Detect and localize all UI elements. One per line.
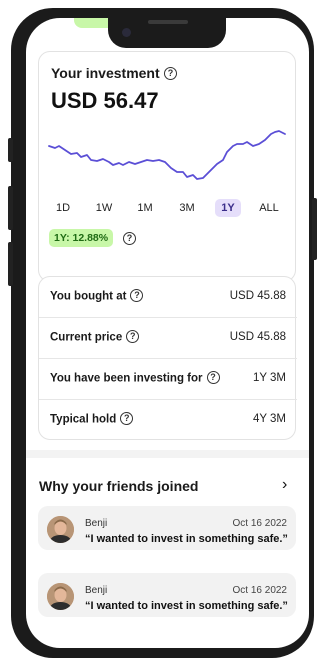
help-circle-icon[interactable]: ? xyxy=(126,330,140,343)
detail-label: Typical hold? xyxy=(50,412,134,426)
detail-row: Typical hold? 4Y 3M xyxy=(39,400,297,441)
help-circle-icon[interactable]: ? xyxy=(120,412,134,425)
detail-value: 1Y 3M xyxy=(252,372,286,384)
detail-value: USD 45.88 xyxy=(229,290,286,302)
detail-row: You bought at? USD 45.88 xyxy=(39,277,297,318)
volume-down-button xyxy=(8,242,13,286)
period-1w[interactable]: 1W xyxy=(92,199,116,217)
section-divider xyxy=(26,450,309,458)
detail-value: USD 45.88 xyxy=(229,331,286,343)
chart-line xyxy=(48,130,286,180)
power-button xyxy=(312,198,317,260)
testimonial-date: Oct 16 2022 xyxy=(232,585,287,596)
investment-amount: USD 56.47 xyxy=(51,88,159,113)
performance-badge: 1Y: 12.88% xyxy=(49,229,114,247)
detail-row: You have been investing for? 1Y 3M xyxy=(39,359,297,400)
speaker-grille xyxy=(148,20,188,24)
help-circle-icon[interactable]: ? xyxy=(206,371,220,384)
chevron-right-icon[interactable]: › xyxy=(282,476,287,494)
avatar xyxy=(47,516,74,543)
detail-label: You have been investing for? xyxy=(50,371,220,385)
investment-details-card: You bought at? USD 45.88 Current price? … xyxy=(38,276,297,441)
help-circle-icon[interactable]: ? xyxy=(164,67,177,80)
help-circle-icon[interactable]: ? xyxy=(123,232,136,245)
period-1m[interactable]: 1M xyxy=(133,199,157,217)
testimonial-name: Benji xyxy=(85,518,108,529)
period-1y[interactable]: 1Y xyxy=(215,199,241,217)
investment-title: Your investment xyxy=(51,65,160,81)
period-3m[interactable]: 3M xyxy=(175,199,199,217)
testimonial-card[interactable]: Benji Oct 16 2022 “I wanted to invest in… xyxy=(38,573,296,617)
detail-label: You bought at? xyxy=(50,289,144,303)
friends-section-title[interactable]: Why your friends joined xyxy=(39,478,198,494)
detail-row: Current price? USD 45.88 xyxy=(39,318,297,359)
investment-card: Your investment ? USD 56.47 1D 1W 1M 3M … xyxy=(38,51,296,282)
detail-label: Current price? xyxy=(50,330,140,344)
testimonial-name: Benji xyxy=(85,585,108,596)
front-camera xyxy=(122,28,131,37)
help-circle-icon[interactable]: ? xyxy=(130,289,144,302)
testimonial-quote: “I wanted to invest in something safe.” xyxy=(85,533,288,545)
phone-notch xyxy=(108,18,226,48)
testimonial-card[interactable]: Benji Oct 16 2022 “I wanted to invest in… xyxy=(38,506,296,550)
period-1d[interactable]: 1D xyxy=(51,199,75,217)
testimonial-date: Oct 16 2022 xyxy=(232,518,287,529)
period-all[interactable]: ALL xyxy=(255,199,283,217)
detail-value: 4Y 3M xyxy=(252,413,286,425)
app-screen: Your investment ? USD 56.47 1D 1W 1M 3M … xyxy=(26,18,309,648)
investment-line-chart xyxy=(48,130,286,180)
avatar xyxy=(47,583,74,610)
testimonial-quote: “I wanted to invest in something safe.” xyxy=(85,600,288,612)
period-selector: 1D 1W 1M 3M 1Y ALL xyxy=(39,199,297,217)
mute-switch xyxy=(8,138,13,162)
volume-up-button xyxy=(8,186,13,230)
